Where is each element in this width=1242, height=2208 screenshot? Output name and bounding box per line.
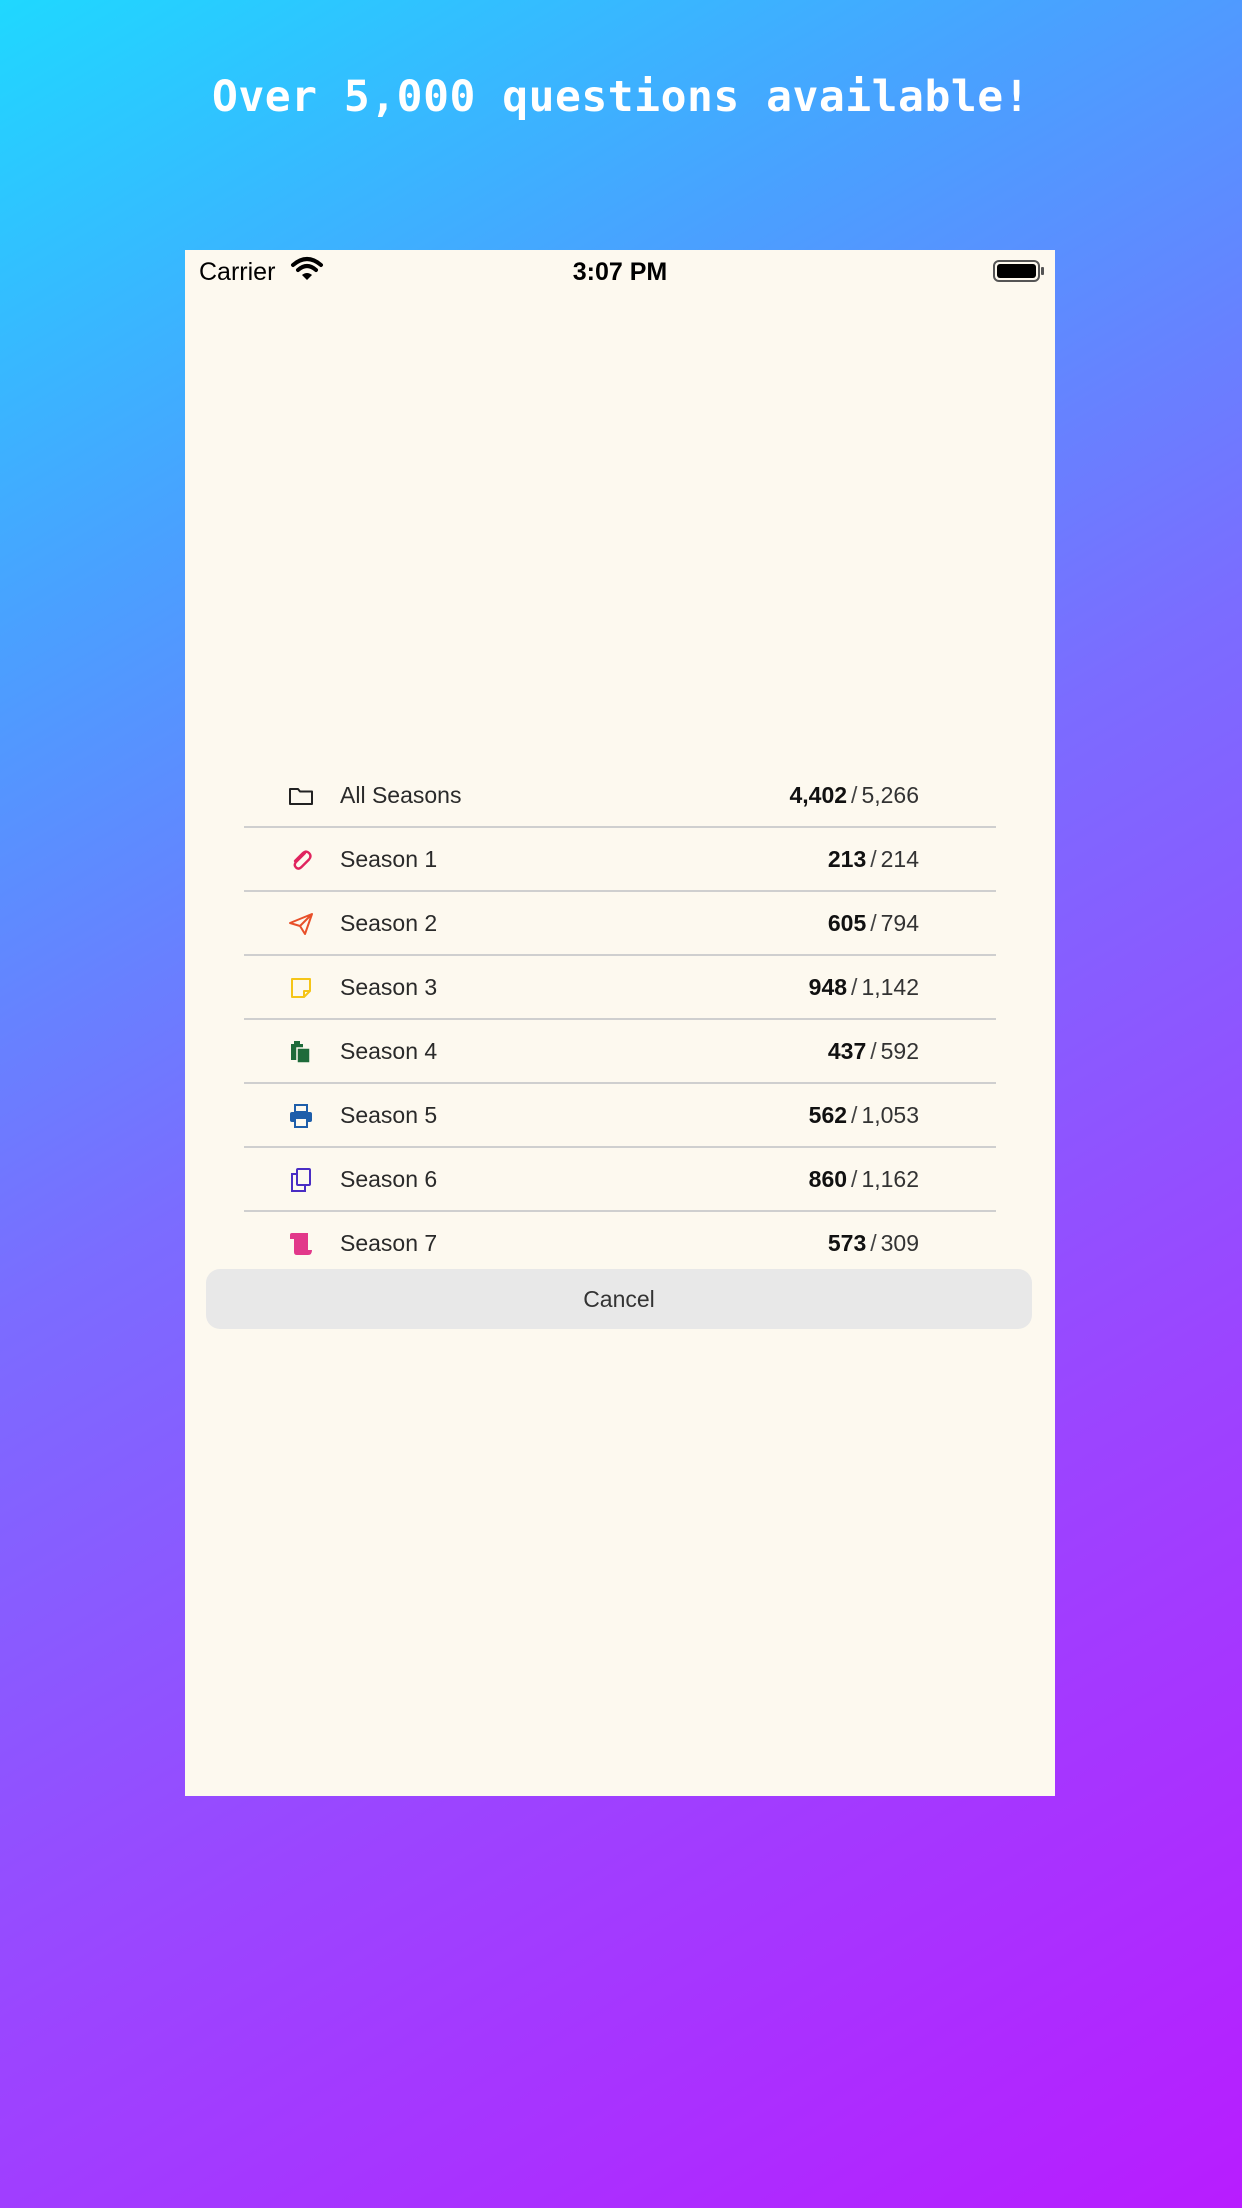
folder-icon <box>288 783 314 809</box>
season-count: 437/592 <box>828 1038 919 1065</box>
season-row[interactable]: Season 7 573/309 <box>244 1212 996 1274</box>
printer-icon <box>288 1103 314 1129</box>
season-count: 562/1,053 <box>809 1102 919 1129</box>
total-count: 1,053 <box>861 1102 919 1128</box>
answered-count: 437 <box>827 1038 867 1064</box>
total-count: 794 <box>880 910 919 936</box>
promo-title: Over 5,000 questions available! <box>211 72 1031 122</box>
paperclip-icon <box>288 847 314 873</box>
sticky-note-icon <box>288 975 314 1001</box>
season-list: All Seasons 4,402/5,266 Season 1 213/214 Sea… <box>244 764 996 1274</box>
season-count: 948/1,142 <box>809 974 919 1001</box>
status-bar: Carrier 3:07 PM <box>185 250 1055 294</box>
phone-screen: Carrier 3:07 PM All Seasons 4,402/5,266 Se… <box>185 250 1055 1796</box>
season-count: 605/794 <box>828 910 919 937</box>
answered-count: 948 <box>808 974 848 1000</box>
season-count: 4,402/5,266 <box>789 782 919 809</box>
total-count: 1,142 <box>861 974 919 1000</box>
copy-icon <box>288 1167 314 1193</box>
answered-count: 4,402 <box>789 782 848 808</box>
count-separator: / <box>851 1102 858 1128</box>
season-row[interactable]: Season 1 213/214 <box>244 828 996 892</box>
season-row[interactable]: Season 2 605/794 <box>244 892 996 956</box>
count-separator: / <box>870 1038 877 1064</box>
season-label: Season 7 <box>340 1230 438 1256</box>
answered-count: 213 <box>827 846 867 872</box>
count-separator: / <box>870 910 877 936</box>
status-time: 3:07 PM <box>572 258 668 286</box>
total-count: 5,266 <box>861 782 919 808</box>
season-label: Season 2 <box>340 910 438 936</box>
battery-icon <box>993 260 1045 287</box>
answered-count: 562 <box>808 1102 848 1128</box>
answered-count: 860 <box>808 1166 848 1192</box>
total-count: 214 <box>880 846 919 872</box>
season-label: Season 1 <box>340 846 438 872</box>
total-count: 592 <box>880 1038 919 1064</box>
total-count: 1,162 <box>861 1166 919 1192</box>
season-label: Season 3 <box>340 974 438 1000</box>
answered-count: 573 <box>827 1230 867 1256</box>
season-label: Season 6 <box>340 1166 438 1192</box>
answered-count: 605 <box>827 910 867 936</box>
count-separator: / <box>851 974 858 1000</box>
count-separator: / <box>870 846 877 872</box>
count-separator: / <box>870 1230 877 1256</box>
total-count: 309 <box>880 1230 919 1256</box>
season-label: All Seasons <box>340 782 462 808</box>
season-row[interactable]: Season 6 860/1,162 <box>244 1148 996 1212</box>
paper-plane-icon <box>288 911 314 937</box>
season-count: 213/214 <box>828 846 919 873</box>
season-count: 573/309 <box>828 1230 919 1257</box>
season-count: 860/1,162 <box>809 1166 919 1193</box>
count-separator: / <box>851 1166 858 1192</box>
season-label: Season 4 <box>340 1038 438 1064</box>
season-row[interactable]: Season 4 437/592 <box>244 1020 996 1084</box>
season-row[interactable]: All Seasons 4,402/5,266 <box>244 764 996 828</box>
season-label: Season 5 <box>340 1102 438 1128</box>
season-row[interactable]: Season 3 948/1,142 <box>244 956 996 1020</box>
season-row[interactable]: Season 5 562/1,053 <box>244 1084 996 1148</box>
clipboard-icon <box>288 1039 314 1065</box>
scroll-icon <box>288 1231 314 1257</box>
cancel-button[interactable]: Cancel <box>206 1269 1032 1329</box>
count-separator: / <box>851 782 858 808</box>
